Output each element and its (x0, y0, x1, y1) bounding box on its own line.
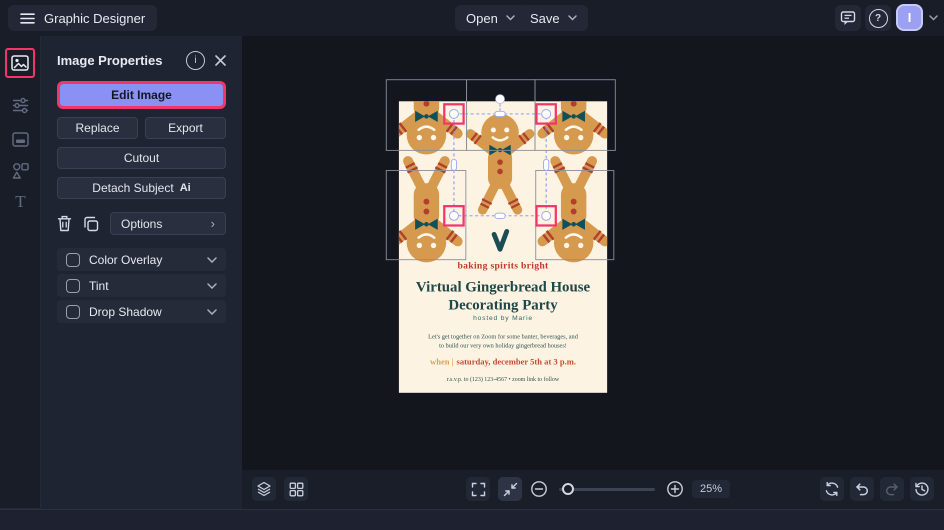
close-icon (215, 55, 226, 66)
chevron-down-icon[interactable] (207, 309, 217, 315)
plus-circle-icon (666, 480, 684, 498)
zoom-slider-knob[interactable] (562, 483, 574, 495)
help-button[interactable]: ? (865, 5, 891, 31)
grid-icon (289, 482, 304, 497)
resize-handle-top-left[interactable] (449, 109, 458, 118)
invite-body-line1: Let's get together on Zoom for some bant… (428, 334, 579, 341)
chevron-down-icon[interactable] (207, 283, 217, 289)
drop-shadow-checkbox[interactable] (66, 305, 80, 319)
fit-screen-icon (503, 482, 518, 497)
delete-button[interactable] (57, 215, 72, 232)
chevron-down-icon (929, 15, 938, 21)
feedback-button[interactable] (835, 5, 861, 31)
history-button[interactable] (910, 477, 934, 501)
sidebar-tool-elements[interactable] (0, 155, 41, 185)
canvas-area[interactable]: baking spirits bright Virtual Gingerbrea… (242, 36, 944, 470)
comment-icon (840, 10, 856, 26)
fit-to-screen-button[interactable] (498, 477, 522, 501)
redo-icon (884, 482, 900, 496)
chevron-down-icon (568, 15, 577, 21)
refresh-button[interactable] (820, 477, 844, 501)
export-button[interactable]: Export (145, 117, 226, 139)
tint-row[interactable]: Tint (57, 274, 226, 297)
color-overlay-row[interactable]: Color Overlay (57, 248, 226, 271)
sidebar-tool-canvas[interactable] (0, 124, 41, 154)
replace-button[interactable]: Replace (57, 117, 138, 139)
edit-image-button[interactable]: Edit Image (60, 84, 223, 106)
zoom-out-button[interactable] (530, 480, 548, 498)
redo-button[interactable] (880, 477, 904, 501)
invite-hosted-by: hosted by Marie (473, 315, 533, 322)
invite-rsvp: r.s.v.p. to (123) 123-4567 • zoom link t… (447, 376, 560, 383)
undo-icon (854, 482, 870, 496)
resize-handle-right[interactable] (544, 159, 549, 170)
chevron-down-icon (506, 15, 515, 21)
panel-title: Image Properties (57, 53, 186, 68)
trash-icon (57, 215, 72, 232)
zoom-slider[interactable] (559, 488, 655, 491)
tint-checkbox[interactable] (66, 279, 80, 293)
zoom-level-value[interactable]: 25% (692, 480, 730, 498)
resize-handle-bottom-left[interactable] (449, 211, 458, 220)
invite-when-line: when |saturday, december 5th at 3 p.m. (430, 357, 576, 367)
annotation-highlight-image-tool (5, 48, 35, 78)
account-menu-caret[interactable] (929, 15, 938, 21)
undo-button[interactable] (850, 477, 874, 501)
cutout-button[interactable]: Cutout (57, 147, 226, 169)
invite-heading-small: baking spirits bright (458, 261, 550, 272)
resize-handle-bottom-right[interactable] (542, 211, 551, 220)
close-panel-button[interactable] (215, 55, 226, 66)
minus-circle-icon (530, 480, 548, 498)
app-title: Graphic Designer (44, 11, 145, 26)
left-toolbar: T (0, 36, 41, 509)
text-tool-icon: T (15, 193, 25, 210)
resize-handle-bottom[interactable] (495, 213, 505, 218)
duplicate-button[interactable] (83, 216, 99, 232)
help-icon: ? (869, 9, 888, 28)
rotate-handle[interactable] (496, 95, 505, 104)
canvas-stage[interactable]: baking spirits bright Virtual Gingerbrea… (242, 36, 944, 470)
sync-icon (824, 481, 840, 497)
fullscreen-icon (471, 482, 486, 497)
invite-title-line1: Virtual Gingerbread House (416, 280, 591, 296)
layers-icon (256, 481, 272, 497)
image-properties-panel: Image Properties i Edit Image Replace Ex… (41, 36, 242, 509)
shapes-icon (12, 162, 29, 179)
app-menu-chip[interactable]: Graphic Designer (8, 5, 157, 31)
layers-button[interactable] (252, 477, 276, 501)
annotation-highlight-edit-image: Edit Image (57, 81, 226, 109)
resize-handle-left[interactable] (451, 159, 456, 170)
invite-body-line2: to build our very own holiday gingerbrea… (439, 342, 567, 349)
chevron-right-icon: › (211, 216, 215, 231)
drop-shadow-row[interactable]: Drop Shadow (57, 300, 226, 323)
bottom-toolbar: 25% (242, 470, 944, 509)
save-button[interactable]: Save (519, 5, 588, 31)
adjustments-icon (12, 97, 29, 114)
bottom-strip (0, 509, 944, 530)
detach-subject-button[interactable]: Detach Subject Ai (57, 177, 226, 199)
sidebar-tool-adjustments[interactable] (0, 90, 41, 120)
pages-grid-button[interactable] (284, 477, 308, 501)
top-bar: Graphic Designer Open Save ? I (0, 0, 944, 36)
fullscreen-button[interactable] (466, 477, 490, 501)
chevron-down-icon[interactable] (207, 257, 217, 263)
avatar[interactable]: I (896, 4, 923, 31)
color-overlay-checkbox[interactable] (66, 253, 80, 267)
sidebar-tool-image[interactable] (11, 55, 29, 71)
sidebar-tool-text[interactable]: T (0, 186, 41, 216)
info-icon[interactable]: i (186, 51, 205, 70)
image-icon (11, 55, 29, 71)
zoom-in-button[interactable] (666, 480, 684, 498)
hamburger-menu-icon[interactable] (20, 13, 35, 24)
invite-title-line2: Decorating Party (448, 298, 558, 314)
resize-handle-top[interactable] (495, 111, 505, 116)
copy-icon (83, 216, 99, 232)
options-button[interactable]: Options › (110, 212, 226, 235)
ai-badge: Ai (180, 182, 191, 194)
history-icon (914, 481, 930, 497)
open-button[interactable]: Open (455, 5, 526, 31)
frame-icon (12, 132, 29, 147)
resize-handle-top-right[interactable] (542, 109, 551, 118)
